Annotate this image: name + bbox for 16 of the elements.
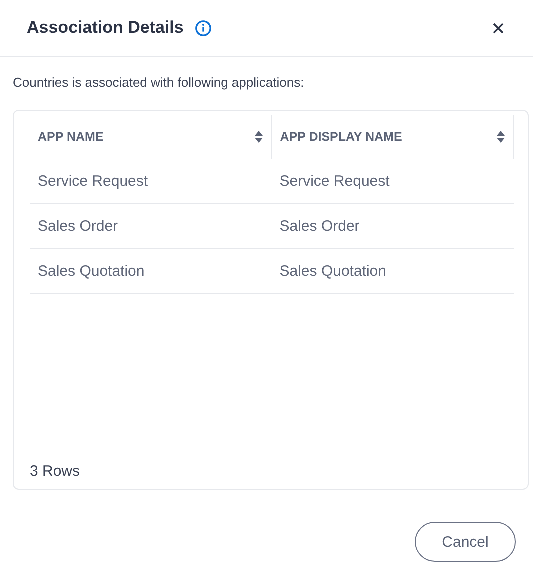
table-cell: Sales Order [272,204,514,248]
cancel-button[interactable]: Cancel [415,522,516,562]
column-header[interactable]: APP DISPLAY NAME [280,130,402,144]
description-text: Countries is associated with following applications: [13,75,306,90]
close-icon[interactable] [493,22,504,34]
sort-icon[interactable] [497,131,505,143]
table-cell: Service Request [30,159,272,204]
column-header[interactable]: APP NAME [38,130,104,144]
row-count: 3 Rows [30,463,82,482]
table-cell: Sales Quotation [30,248,272,294]
table-cell: Sales Quotation [272,248,514,294]
sort-icon[interactable] [255,131,264,143]
table-cell: Sales Order [30,204,272,248]
info-icon[interactable] [194,20,212,36]
table-cell: Service Request [272,159,514,204]
dialog-title: Association Details [27,18,184,38]
